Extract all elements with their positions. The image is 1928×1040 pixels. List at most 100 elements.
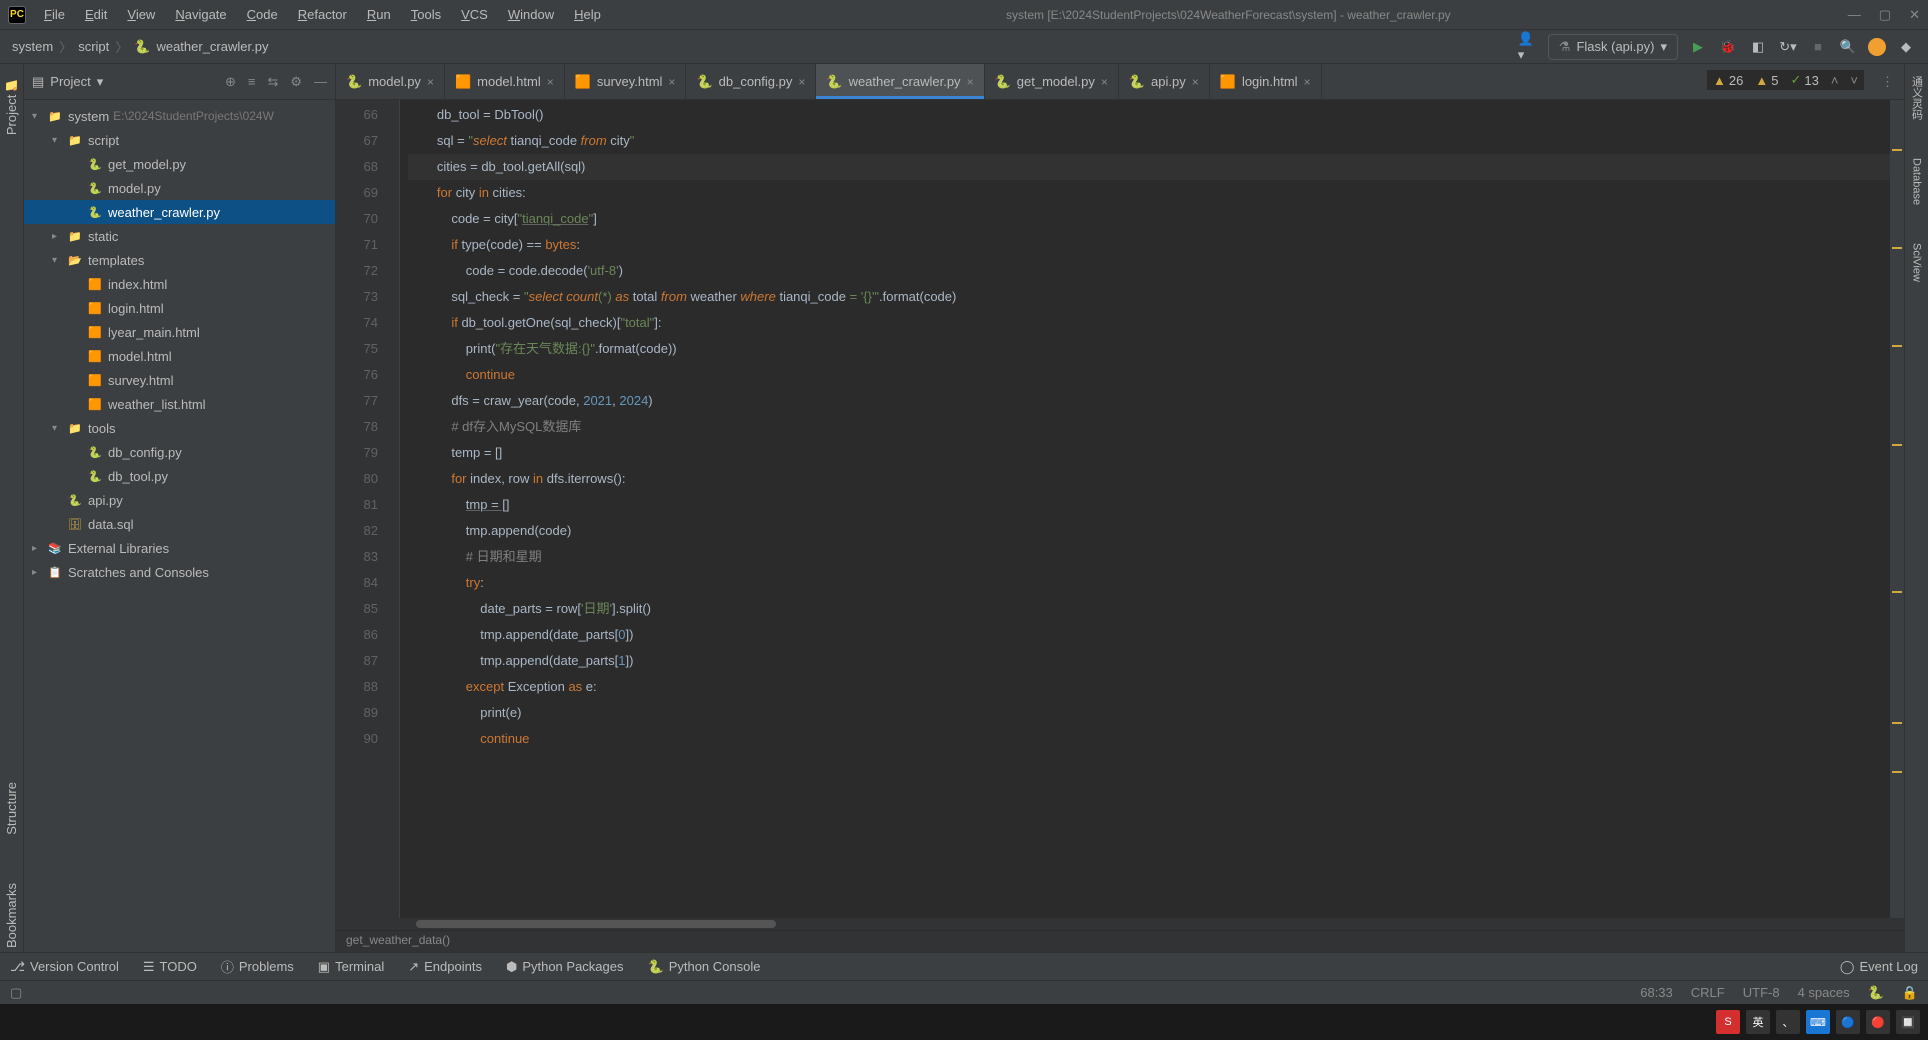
assistant-icon[interactable]: ◆ bbox=[1896, 37, 1916, 57]
tree-item-script[interactable]: ▾📁script bbox=[24, 128, 335, 152]
stop-button[interactable]: ■ bbox=[1808, 37, 1828, 57]
bookmarks-tool-tab[interactable]: Bookmarks bbox=[4, 879, 19, 952]
editor-tab-weather-crawler-py[interactable]: 🐍weather_crawler.py× bbox=[816, 64, 984, 99]
code-content[interactable]: db_tool = DbTool() sql = "select tianqi_… bbox=[400, 100, 1890, 918]
tree-item-index-html[interactable]: 🟧index.html bbox=[24, 272, 335, 296]
editor-tab-login-html[interactable]: 🟧login.html× bbox=[1210, 64, 1322, 99]
file-encoding[interactable]: UTF-8 bbox=[1743, 985, 1780, 1000]
tree-item-db-tool-py[interactable]: 🐍db_tool.py bbox=[24, 464, 335, 488]
line-number-gutter[interactable]: 6667686970717273747576777879808182838485… bbox=[336, 100, 386, 918]
tree-item-templates[interactable]: ▾📂templates bbox=[24, 248, 335, 272]
lock-icon[interactable]: 🔒 bbox=[1902, 985, 1918, 1001]
add-user-icon[interactable]: 👤▾ bbox=[1518, 37, 1538, 57]
tree-item-tools[interactable]: ▾📁tools bbox=[24, 416, 335, 440]
close-button[interactable]: ✕ bbox=[1909, 7, 1920, 23]
editor-tab-model-html[interactable]: 🟧model.html× bbox=[445, 64, 565, 99]
version-control-tab[interactable]: ⎇Version Control bbox=[10, 959, 119, 975]
editor[interactable]: 6667686970717273747576777879808182838485… bbox=[336, 100, 1904, 918]
tree-item-external-libraries[interactable]: ▸📚External Libraries bbox=[24, 536, 335, 560]
editor-tab-api-py[interactable]: 🐍api.py× bbox=[1119, 64, 1210, 99]
close-tab-button[interactable]: × bbox=[668, 75, 675, 89]
python-packages-tab[interactable]: ⬢Python Packages bbox=[506, 959, 624, 975]
hide-button[interactable]: — bbox=[314, 74, 327, 90]
terminal-tab[interactable]: ▣Terminal bbox=[318, 959, 384, 975]
tree-item-get-model-py[interactable]: 🐍get_model.py bbox=[24, 152, 335, 176]
tree-item-api-py[interactable]: 🐍api.py bbox=[24, 488, 335, 512]
debug-button[interactable]: 🐞 bbox=[1718, 37, 1738, 57]
menu-file[interactable]: File bbox=[36, 4, 73, 25]
menu-tools[interactable]: Tools bbox=[403, 4, 449, 25]
menu-run[interactable]: Run bbox=[359, 4, 399, 25]
close-tab-button[interactable]: × bbox=[427, 75, 434, 89]
tree-item-weather-list-html[interactable]: 🟧weather_list.html bbox=[24, 392, 335, 416]
todo-tab[interactable]: ☰TODO bbox=[143, 959, 197, 975]
project-tool-tab[interactable]: Project📁 bbox=[4, 72, 19, 139]
run-button[interactable]: ▶ bbox=[1688, 37, 1708, 57]
close-tab-button[interactable]: × bbox=[1101, 75, 1108, 89]
tree-item-model-py[interactable]: 🐍model.py bbox=[24, 176, 335, 200]
tree-item-static[interactable]: ▸📁static bbox=[24, 224, 335, 248]
cursor-position[interactable]: 68:33 bbox=[1640, 985, 1673, 1000]
menu-refactor[interactable]: Refactor bbox=[290, 4, 355, 25]
chevron-down-icon[interactable]: ˅ bbox=[1850, 72, 1858, 88]
tree-item-data-sql[interactable]: 🗄data.sql bbox=[24, 512, 335, 536]
project-tree[interactable]: ▾📁systemE:\2024StudentProjects\024W▾📁scr… bbox=[24, 100, 335, 952]
coverage-button[interactable]: ◧ bbox=[1748, 37, 1768, 57]
menu-navigate[interactable]: Navigate bbox=[167, 4, 234, 25]
inspection-widget[interactable]: ▲26 ▲5 ✓13 ˄ ˅ bbox=[1707, 70, 1864, 90]
close-tab-button[interactable]: × bbox=[547, 75, 554, 89]
event-log-tab[interactable]: ◯Event Log bbox=[1840, 959, 1918, 975]
tree-item-model-html[interactable]: 🟧model.html bbox=[24, 344, 335, 368]
sogou-ime-icon[interactable]: S bbox=[1716, 1010, 1740, 1034]
error-stripe[interactable] bbox=[1890, 100, 1904, 918]
ime-keyboard-icon[interactable]: ⌨ bbox=[1806, 1010, 1830, 1034]
maximize-button[interactable]: ▢ bbox=[1879, 7, 1891, 23]
run-configuration-selector[interactable]: ⚗ Flask (api.py) ▾ bbox=[1548, 34, 1678, 60]
breadcrumb-item[interactable]: system bbox=[12, 39, 53, 54]
tree-item-login-html[interactable]: 🟧login.html bbox=[24, 296, 335, 320]
tree-item-survey-html[interactable]: 🟧survey.html bbox=[24, 368, 335, 392]
ime-lang-indicator[interactable]: 英 bbox=[1746, 1010, 1770, 1034]
search-everywhere-button[interactable]: 🔍 bbox=[1838, 37, 1858, 57]
interpreter-icon[interactable]: 🐍 bbox=[1868, 985, 1884, 1001]
tray-icon[interactable]: 🔴 bbox=[1866, 1010, 1890, 1034]
settings-button[interactable]: ⚙ bbox=[290, 74, 302, 90]
project-view-selector[interactable]: ▤ Project ▾ bbox=[32, 74, 103, 90]
endpoints-tab[interactable]: ↗Endpoints bbox=[408, 959, 482, 975]
ime-punct-indicator[interactable]: 、 bbox=[1776, 1010, 1800, 1034]
close-tab-button[interactable]: × bbox=[1304, 75, 1311, 89]
tree-item-system[interactable]: ▾📁systemE:\2024StudentProjects\024W bbox=[24, 104, 335, 128]
close-tab-button[interactable]: × bbox=[798, 75, 805, 89]
ide-updates-icon[interactable] bbox=[1868, 38, 1886, 56]
chevron-up-icon[interactable]: ˄ bbox=[1831, 72, 1839, 88]
structure-tool-tab[interactable]: Structure bbox=[4, 778, 19, 839]
tree-item-lyear-main-html[interactable]: 🟧lyear_main.html bbox=[24, 320, 335, 344]
tray-icon[interactable]: 🔲 bbox=[1896, 1010, 1920, 1034]
expand-all-button[interactable]: ≡ bbox=[248, 74, 256, 90]
minimize-button[interactable]: — bbox=[1848, 7, 1861, 23]
editor-breadcrumbs[interactable]: get_weather_data() bbox=[336, 930, 1904, 952]
editor-tab-survey-html[interactable]: 🟧survey.html× bbox=[565, 64, 687, 99]
editor-tab-db-config-py[interactable]: 🐍db_config.py× bbox=[686, 64, 816, 99]
editor-tab-get-model-py[interactable]: 🐍get_model.py× bbox=[985, 64, 1119, 99]
collapse-all-button[interactable]: ⇆ bbox=[267, 74, 278, 90]
menu-view[interactable]: View bbox=[119, 4, 163, 25]
tongyi-tool-tab[interactable]: 通义灵码 bbox=[1909, 72, 1925, 124]
menu-vcs[interactable]: VCS bbox=[453, 4, 496, 25]
scrollbar-thumb[interactable] bbox=[416, 920, 776, 928]
indent-settings[interactable]: 4 spaces bbox=[1798, 985, 1850, 1000]
tool-windows-button[interactable]: ▢ bbox=[10, 985, 22, 1001]
tree-item-db-config-py[interactable]: 🐍db_config.py bbox=[24, 440, 335, 464]
menu-code[interactable]: Code bbox=[239, 4, 286, 25]
tree-item-scratches-and-consoles[interactable]: ▸📋Scratches and Consoles bbox=[24, 560, 335, 584]
menu-edit[interactable]: Edit bbox=[77, 4, 115, 25]
database-tool-tab[interactable]: Database bbox=[1911, 154, 1923, 209]
breadcrumb-item[interactable]: weather_crawler.py bbox=[156, 39, 268, 54]
tree-item-weather-crawler-py[interactable]: 🐍weather_crawler.py bbox=[24, 200, 335, 224]
profile-button[interactable]: ↻▾ bbox=[1778, 37, 1798, 57]
close-tab-button[interactable]: × bbox=[967, 75, 974, 89]
tray-icon[interactable]: 🔵 bbox=[1836, 1010, 1860, 1034]
sciview-tool-tab[interactable]: SciView bbox=[1911, 239, 1923, 286]
editor-tab-model-py[interactable]: 🐍model.py× bbox=[336, 64, 445, 99]
menu-window[interactable]: Window bbox=[500, 4, 562, 25]
